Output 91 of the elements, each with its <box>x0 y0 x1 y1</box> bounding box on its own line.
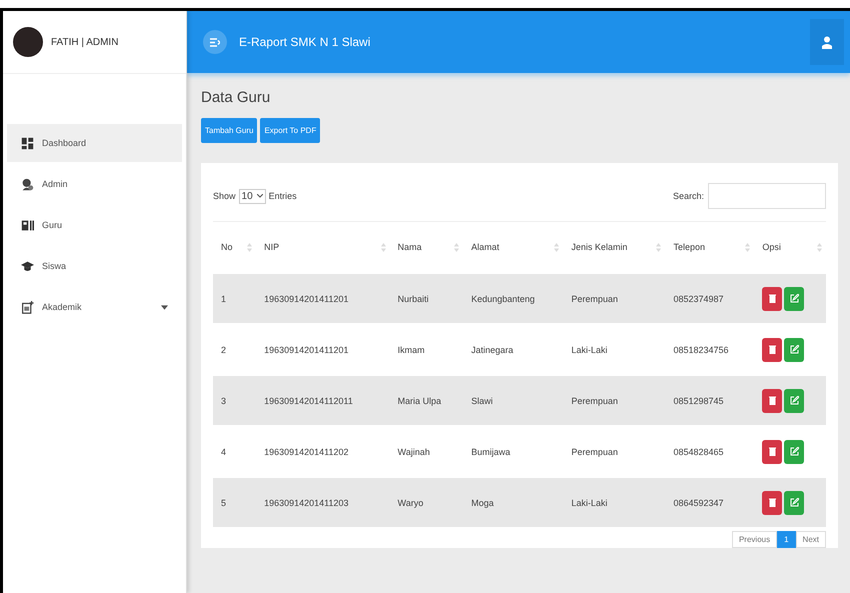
app-title: E-Raport SMK N 1 Slawi <box>239 35 372 49</box>
sidebar-item[interactable]: Dashboard <box>7 124 182 162</box>
edit-icon <box>790 396 799 405</box>
trash-icon <box>768 447 776 456</box>
user-name: FATIH | ADMIN <box>51 36 118 48</box>
caret-icon <box>161 304 168 310</box>
delete-button[interactable] <box>762 388 782 412</box>
user-button[interactable] <box>810 19 844 65</box>
sort-icon <box>247 242 252 252</box>
table-cell: Bumijawa <box>471 446 510 456</box>
column-header[interactable]: Alamat <box>471 242 500 252</box>
user-icon <box>822 36 832 48</box>
edit-button[interactable] <box>784 490 804 514</box>
edit-icon <box>790 447 799 456</box>
column-header[interactable]: Opsi <box>762 242 781 252</box>
sidebar-item[interactable]: Guru <box>7 206 182 244</box>
table-cell: Waryo <box>398 498 424 508</box>
column-header[interactable]: No <box>221 242 233 252</box>
sidebar-item[interactable]: Siswa <box>7 247 182 285</box>
table-cell: 0852374987 <box>673 294 724 304</box>
trash-icon <box>768 498 776 507</box>
delete-button[interactable] <box>762 286 782 310</box>
table-cell: 4 <box>221 446 226 456</box>
page-title: Data Guru <box>201 89 272 106</box>
book-icon <box>21 218 34 232</box>
edit-button[interactable] <box>784 388 804 412</box>
delete-button[interactable] <box>762 490 782 514</box>
column-header[interactable]: NIP <box>264 242 280 252</box>
table-cell: 0851298745 <box>673 396 724 406</box>
table-cell: 0854828465 <box>673 446 724 456</box>
table-cell: 19630914201411202 <box>264 446 349 456</box>
trash-icon <box>768 294 776 303</box>
graduation-cap-icon <box>21 260 34 272</box>
edit-icon <box>790 345 799 354</box>
table-cell: 19630914201411203 <box>264 498 349 508</box>
sort-icon <box>554 242 560 252</box>
delete-button[interactable] <box>762 338 782 362</box>
column-header[interactable]: Jenis Kelamin <box>571 242 628 252</box>
table-cell: 5 <box>221 498 226 508</box>
chevron-icon <box>256 194 263 198</box>
dashboard-icon <box>21 136 34 150</box>
sort-icon <box>380 242 386 252</box>
table-cell: 196309142014112011 <box>264 396 353 406</box>
avatar <box>13 27 43 57</box>
sort-icon <box>454 242 460 252</box>
sort-icon <box>656 242 662 252</box>
table-cell: Moga <box>471 498 494 508</box>
delete-button[interactable] <box>762 440 782 464</box>
table-cell: Perempuan <box>571 396 618 406</box>
edit-icon <box>790 498 799 507</box>
search-label: Search: <box>672 191 704 201</box>
table-cell: Jatinegara <box>471 344 514 354</box>
edit-button[interactable] <box>784 286 804 310</box>
trash-icon <box>768 345 776 354</box>
table-cell: Kedungbanteng <box>471 294 535 304</box>
edit-icon <box>790 294 799 303</box>
table-cell: 0864592347 <box>673 498 724 508</box>
table-cell: Slawi <box>471 396 493 406</box>
table-cell: 2 <box>221 344 226 354</box>
show-label: Show <box>213 191 236 201</box>
entries-label: Entries <box>268 191 297 201</box>
edit-button[interactable] <box>784 440 804 464</box>
pagination-button[interactable]: Next <box>796 531 826 548</box>
table-cell: Laki-Laki <box>571 498 608 508</box>
sort-icon <box>817 242 822 252</box>
table-cell: Laki-Laki <box>571 344 608 354</box>
edit-button[interactable] <box>784 338 804 362</box>
table-cell: Nurbaiti <box>398 294 429 304</box>
trash-icon <box>768 396 776 405</box>
table-cell: Perempuan <box>571 446 618 456</box>
calendar-plus-icon <box>21 300 34 314</box>
table-cell: Wajinah <box>398 446 430 456</box>
table-cell: 19630914201411201 <box>264 294 349 304</box>
table-cell: 3 <box>221 396 226 406</box>
table-cell: Perempuan <box>571 294 618 304</box>
table-cell: Ikmam <box>398 344 425 354</box>
menu-icon <box>210 38 220 46</box>
table-cell: 08518234756 <box>673 344 729 354</box>
table-cell: 19630914201411201 <box>264 344 349 354</box>
table-cell: 1 <box>221 294 226 304</box>
column-header[interactable]: Telepon <box>673 242 706 252</box>
pagination-button[interactable]: Previous <box>732 531 778 548</box>
sort-icon <box>745 242 750 252</box>
menu-button[interactable] <box>203 30 227 54</box>
sidebar-item[interactable]: Akademik <box>7 288 182 326</box>
table-cell: Maria Ulpa <box>398 396 442 406</box>
user-cog-icon <box>21 178 34 190</box>
column-header[interactable]: Nama <box>398 242 422 252</box>
sidebar-item[interactable]: Admin <box>7 165 182 203</box>
search-field[interactable] <box>708 183 826 209</box>
entries-select[interactable]: 10 <box>238 188 266 204</box>
